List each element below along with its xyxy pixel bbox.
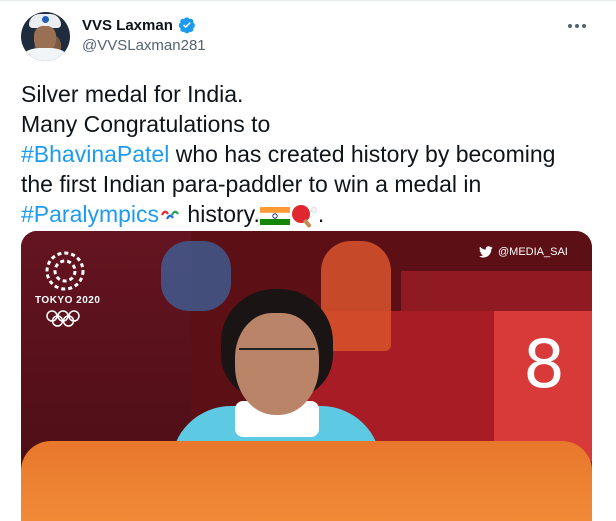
tweet-line-4: the first Indian para-paddler to win a m… <box>21 171 482 197</box>
tweet-line-3-rest: who has created history by becoming <box>169 141 556 167</box>
more-dot-1 <box>568 24 572 28</box>
avatar-shirt <box>23 48 67 61</box>
tokyo-2020-emblem-icon <box>45 251 85 291</box>
tweet-media-photo[interactable]: 8 TOKYO 2020 @MEDIA_SAI <box>21 231 592 521</box>
more-dot-3 <box>582 24 586 28</box>
verified-badge-icon <box>178 17 195 34</box>
avatar[interactable] <box>21 12 70 61</box>
tokyo-2020-text: TOKYO 2020 <box>35 295 101 306</box>
tweet-line-5: #Paralympics history.. <box>21 199 601 229</box>
tweet-line-5-end: . <box>317 201 325 227</box>
hashtag-paralympics[interactable]: #Paralympics <box>21 201 159 227</box>
table-tennis-paddle-icon <box>291 204 318 228</box>
photo-background-person <box>161 241 231 311</box>
paralympics-agitos-icon <box>161 210 179 220</box>
tweet-line-1: Silver medal for India. <box>21 81 244 107</box>
photo-athlete-face <box>235 313 319 415</box>
top-divider <box>0 0 616 1</box>
photo-indian-flag-cloth <box>21 441 592 521</box>
author-name[interactable]: VVS Laxman <box>82 17 173 34</box>
tweet-line-2: Many Congratulations to <box>21 111 271 137</box>
india-flag-icon <box>259 206 290 225</box>
more-dot-2 <box>575 24 579 28</box>
author-handle[interactable]: @VVSLaxman281 <box>82 37 206 54</box>
photo-athlete-glasses <box>239 348 315 364</box>
scoreboard-digit: 8 <box>523 326 565 403</box>
olympic-rings-icon <box>46 310 80 327</box>
tweet-text: Silver medal for India. Many Congratulat… <box>21 79 601 229</box>
photo-credit-text: @MEDIA_SAI <box>498 246 568 258</box>
tweet-line-5-rest: history. <box>181 201 260 227</box>
avatar-face <box>34 26 56 50</box>
photo-credit: @MEDIA_SAI <box>479 246 568 258</box>
twitter-bird-icon <box>479 246 493 258</box>
hashtag-bhavinapatel[interactable]: #BhavinaPatel <box>21 141 169 167</box>
tweet-line-3: #BhavinaPatel who has created history by… <box>21 139 601 169</box>
author-name-row[interactable]: VVS Laxman <box>82 16 196 34</box>
more-options-icon[interactable] <box>568 18 592 34</box>
avatar-cap-logo <box>42 16 49 23</box>
